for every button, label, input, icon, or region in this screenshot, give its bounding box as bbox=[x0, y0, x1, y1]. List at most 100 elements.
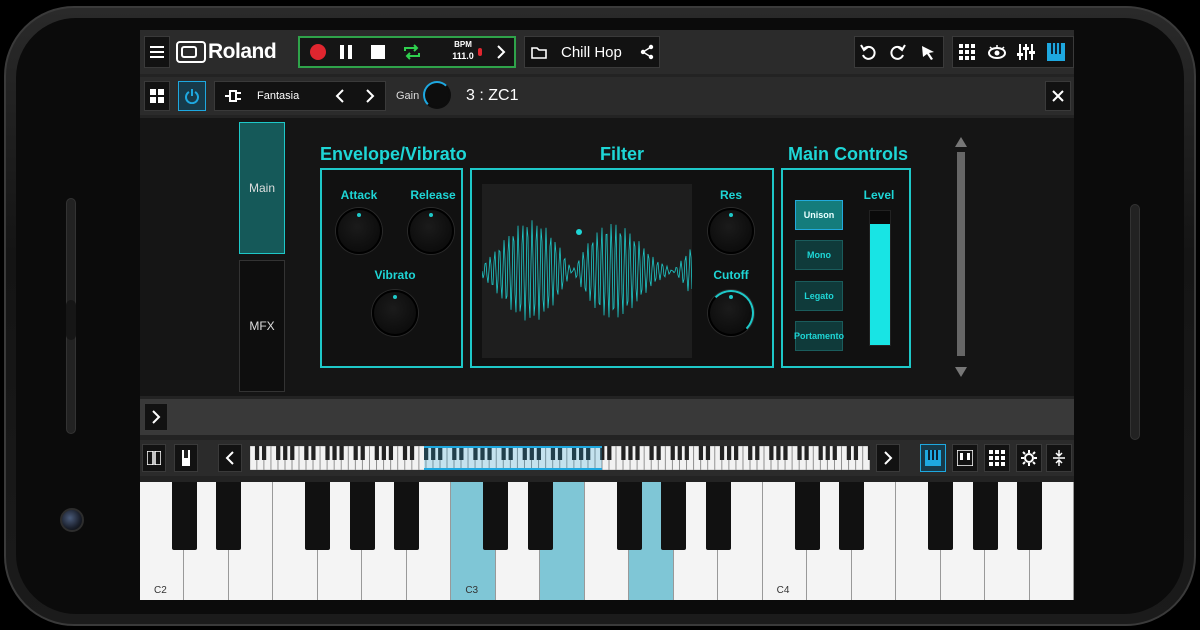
pad-mode-button[interactable] bbox=[984, 444, 1010, 472]
close-part-button[interactable] bbox=[1045, 81, 1071, 111]
keyboard-range-indicator[interactable] bbox=[424, 446, 602, 470]
knob-indicator bbox=[429, 213, 433, 217]
mini-black-key bbox=[846, 446, 851, 460]
mini-black-key bbox=[311, 446, 316, 460]
filter-xy-pad[interactable] bbox=[482, 184, 692, 358]
unison-label: Unison bbox=[803, 210, 835, 220]
record-button[interactable] bbox=[310, 44, 326, 60]
mini-black-key bbox=[635, 446, 640, 460]
editor-scrollbar[interactable] bbox=[954, 136, 968, 380]
mini-black-key bbox=[776, 446, 781, 460]
black-key[interactable] bbox=[839, 482, 865, 550]
mini-black-key bbox=[607, 446, 612, 460]
mini-black-key bbox=[325, 446, 330, 460]
stop-button[interactable] bbox=[370, 44, 386, 60]
mini-black-key bbox=[332, 446, 337, 460]
part-grid-button[interactable] bbox=[144, 81, 170, 111]
eye-icon[interactable] bbox=[987, 44, 1007, 60]
undo-icon[interactable] bbox=[859, 43, 877, 61]
edit-tools-group bbox=[854, 36, 944, 68]
black-key[interactable] bbox=[616, 482, 642, 550]
unison-button[interactable]: Unison bbox=[795, 200, 843, 230]
mini-black-key bbox=[832, 446, 837, 460]
black-key[interactable] bbox=[1017, 482, 1042, 550]
scroll-up-icon[interactable] bbox=[954, 136, 968, 148]
chevron-right-icon[interactable] bbox=[363, 87, 377, 105]
black-key[interactable] bbox=[527, 482, 553, 550]
vibrato-knob[interactable] bbox=[372, 290, 418, 336]
black-key[interactable] bbox=[349, 482, 375, 550]
tone-selector[interactable]: Fantasia bbox=[214, 81, 386, 111]
main-controls-title: Main Controls bbox=[788, 144, 908, 164]
power-icon bbox=[185, 89, 199, 104]
res-knob[interactable] bbox=[708, 208, 754, 254]
black-key[interactable] bbox=[483, 482, 509, 550]
key-label: C3 bbox=[465, 585, 479, 596]
mono-label: Mono bbox=[807, 250, 831, 260]
chevron-right-icon bbox=[884, 451, 893, 465]
black-key[interactable] bbox=[661, 482, 687, 550]
loop-button[interactable] bbox=[402, 43, 422, 61]
tab-main[interactable]: Main bbox=[239, 122, 285, 254]
level-slider[interactable] bbox=[869, 210, 891, 346]
chevron-left-icon[interactable] bbox=[333, 87, 347, 105]
cutoff-label: Cutoff bbox=[713, 268, 749, 282]
part-power-button[interactable] bbox=[178, 81, 206, 111]
piano-icon[interactable] bbox=[1047, 43, 1065, 61]
expand-button[interactable] bbox=[144, 403, 168, 431]
part-toolbar: Fantasia Gain 3 : ZC1 bbox=[140, 77, 1074, 115]
key-icon bbox=[182, 450, 190, 466]
release-knob[interactable] bbox=[408, 208, 454, 254]
scrollbar-thumb[interactable] bbox=[957, 152, 965, 356]
black-key[interactable] bbox=[928, 482, 954, 550]
portamento-label: Portamento bbox=[794, 331, 845, 341]
mini-black-key bbox=[748, 446, 753, 460]
gain-knob[interactable] bbox=[423, 81, 451, 109]
attack-label: Attack bbox=[340, 188, 378, 202]
cutoff-knob[interactable] bbox=[708, 290, 754, 336]
keyboard-overview[interactable] bbox=[250, 446, 870, 470]
mini-black-key bbox=[409, 446, 415, 460]
scroll-down-icon[interactable] bbox=[954, 366, 968, 378]
black-key[interactable] bbox=[305, 482, 331, 550]
attack-knob[interactable] bbox=[336, 208, 382, 254]
octave-up-button[interactable] bbox=[876, 444, 900, 472]
keyboard-settings-button[interactable] bbox=[1016, 444, 1042, 472]
main-controls-panel: Unison Mono Legato Portamento Level bbox=[781, 168, 911, 368]
keyboard-resize-button[interactable] bbox=[1046, 444, 1072, 472]
grid-icon[interactable] bbox=[959, 44, 975, 60]
transport-more-button[interactable] bbox=[492, 43, 510, 61]
loop-icon bbox=[404, 44, 420, 60]
split-view-button[interactable] bbox=[142, 444, 166, 472]
keyboard-mode-button[interactable] bbox=[920, 444, 946, 472]
drum-mode-button[interactable] bbox=[952, 444, 978, 472]
black-key[interactable] bbox=[705, 482, 731, 550]
redo-icon[interactable] bbox=[889, 43, 907, 61]
mini-black-key bbox=[283, 446, 288, 460]
mono-button[interactable]: Mono bbox=[795, 240, 843, 270]
legato-button[interactable]: Legato bbox=[795, 281, 843, 311]
black-key[interactable] bbox=[394, 482, 420, 550]
black-key[interactable] bbox=[794, 482, 820, 550]
mixer-icon[interactable] bbox=[1017, 43, 1035, 61]
key-size-button[interactable] bbox=[174, 444, 198, 472]
cursor-icon[interactable] bbox=[919, 43, 937, 61]
menu-icon bbox=[150, 46, 164, 58]
octave-down-button[interactable] bbox=[218, 444, 242, 472]
grid-icon bbox=[989, 450, 1005, 466]
menu-button[interactable] bbox=[144, 36, 170, 68]
pause-button[interactable] bbox=[338, 44, 354, 60]
share-icon[interactable] bbox=[639, 44, 655, 60]
black-key[interactable] bbox=[216, 482, 242, 550]
synth-editor: Main MFX Envelope/Vibrato Attack Release… bbox=[140, 118, 1074, 396]
mini-black-key bbox=[649, 446, 654, 460]
chevron-left-icon bbox=[225, 451, 234, 465]
tab-mfx[interactable]: MFX bbox=[239, 260, 285, 392]
mini-black-key bbox=[825, 446, 830, 460]
song-selector[interactable]: Chill Hop bbox=[524, 36, 660, 68]
black-key[interactable] bbox=[972, 482, 998, 550]
knob-indicator bbox=[393, 295, 397, 299]
mini-black-key bbox=[628, 446, 633, 460]
black-key[interactable] bbox=[172, 482, 197, 550]
portamento-button[interactable]: Portamento bbox=[794, 321, 845, 351]
